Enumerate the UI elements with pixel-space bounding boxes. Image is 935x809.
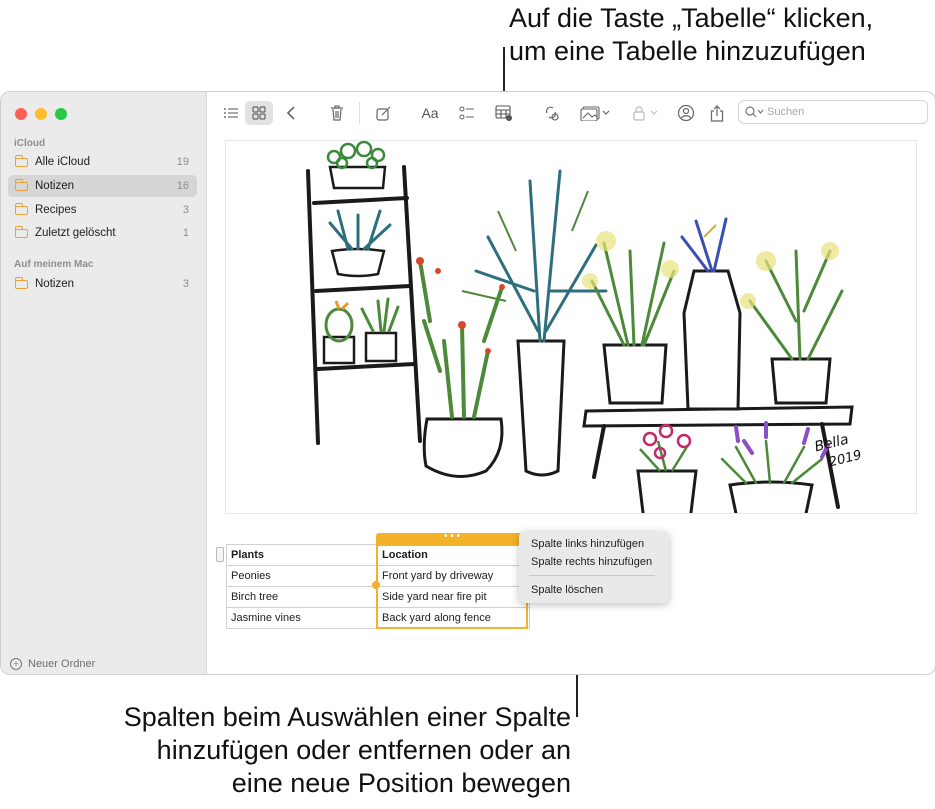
column-resize-handle[interactable] bbox=[372, 581, 380, 589]
table-header-cell[interactable]: Location bbox=[377, 544, 530, 566]
folder-count: 3 bbox=[182, 278, 189, 290]
table-cell[interactable]: Jasmine vines bbox=[226, 607, 378, 629]
zoom-button[interactable] bbox=[55, 108, 67, 120]
list-view-icon[interactable] bbox=[221, 101, 241, 125]
share-icon[interactable] bbox=[707, 101, 727, 125]
table-header-cell[interactable]: Plants bbox=[226, 544, 378, 566]
row-handle[interactable] bbox=[216, 547, 224, 562]
search-input[interactable] bbox=[765, 105, 909, 119]
column-handle[interactable]: • • • bbox=[376, 532, 528, 545]
callout-bottom: Spalten beim Auswählen einer Spalte hinz… bbox=[124, 701, 571, 800]
sidebar-item-alle-icloud[interactable]: Alle iCloud 19 bbox=[8, 151, 197, 173]
folder-icon bbox=[14, 276, 28, 289]
folder-label: Zuletzt gelöscht bbox=[35, 227, 116, 239]
sidebar-item-notizen[interactable]: Notizen 16 bbox=[8, 175, 197, 197]
callout-top: Auf die Taste „Tabelle“ klicken, um eine… bbox=[509, 2, 873, 68]
folder-count: 1 bbox=[182, 227, 189, 239]
folder-label: Recipes bbox=[35, 204, 77, 216]
folder-count: 19 bbox=[176, 156, 189, 168]
search-icon bbox=[745, 106, 764, 118]
collaborate-icon[interactable] bbox=[541, 101, 561, 125]
callout-bottom-line2: hinzufügen oder entfernen oder an bbox=[156, 735, 571, 765]
table-row: Birch tree Side yard near fire pit bbox=[226, 586, 530, 608]
folder-icon bbox=[14, 202, 28, 215]
menu-separator bbox=[529, 575, 655, 576]
plant-illustration: Bella 2019 bbox=[306, 141, 863, 513]
toolbar-divider bbox=[359, 102, 360, 124]
note-drawing: Bella 2019 bbox=[225, 140, 917, 514]
table-icon[interactable] bbox=[493, 101, 515, 125]
plus-icon: + bbox=[10, 658, 22, 670]
close-button[interactable] bbox=[15, 108, 27, 120]
section-title-mac: Auf meinem Mac bbox=[14, 259, 94, 270]
table-cell[interactable]: Side yard near fire pit bbox=[377, 586, 530, 608]
callout-top-line2: um eine Tabelle hinzuzufügen bbox=[509, 36, 866, 66]
section-title-icloud: iCloud bbox=[14, 138, 46, 149]
callout-top-line1: Auf die Taste „Tabelle“ klicken, bbox=[509, 3, 874, 33]
toolbar: Aa bbox=[207, 92, 935, 134]
table-cell[interactable]: Back yard along fence bbox=[377, 607, 530, 629]
share-user-icon[interactable] bbox=[675, 101, 697, 125]
folder-label: Notizen bbox=[35, 278, 74, 290]
table-cell[interactable]: Birch tree bbox=[226, 586, 378, 608]
delete-icon[interactable] bbox=[327, 101, 347, 125]
minimize-button[interactable] bbox=[35, 108, 47, 120]
sidebar: iCloud Alle iCloud 19 Notizen 16 Recipes… bbox=[1, 92, 207, 674]
lock-icon[interactable] bbox=[629, 101, 663, 125]
folder-label: Alle iCloud bbox=[35, 156, 90, 168]
menu-item-add-column-left[interactable]: Spalte links hinzufügen bbox=[531, 538, 644, 550]
folder-label: Notizen bbox=[35, 180, 74, 192]
gallery-view-icon[interactable] bbox=[245, 101, 273, 125]
sidebar-item-zuletzt-geloescht[interactable]: Zuletzt gelöscht 1 bbox=[8, 222, 197, 244]
folder-icon bbox=[14, 225, 28, 238]
table-row: Plants Location bbox=[226, 544, 530, 566]
menu-item-delete-column[interactable]: Spalte löschen bbox=[531, 584, 603, 596]
new-folder-label: Neuer Ordner bbox=[28, 658, 96, 670]
back-icon[interactable] bbox=[283, 101, 299, 125]
table-cell[interactable]: Front yard by driveway bbox=[377, 565, 530, 587]
folder-icon bbox=[14, 178, 28, 191]
column-context-menu: Spalte links hinzufügen Spalte rechts hi… bbox=[519, 531, 669, 603]
table-row: Jasmine vines Back yard along fence bbox=[226, 607, 530, 629]
notes-window: iCloud Alle iCloud 19 Notizen 16 Recipes… bbox=[0, 91, 935, 675]
table-cell[interactable]: Peonies bbox=[226, 565, 378, 587]
window-controls bbox=[15, 108, 67, 120]
callout-bottom-line3: eine neue Position bewegen bbox=[231, 768, 571, 798]
sidebar-item-recipes[interactable]: Recipes 3 bbox=[8, 199, 197, 221]
media-icon[interactable] bbox=[577, 101, 613, 125]
checklist-icon[interactable] bbox=[457, 101, 477, 125]
format-icon[interactable]: Aa bbox=[419, 101, 441, 125]
new-folder-button[interactable]: + Neuer Ordner bbox=[10, 658, 95, 670]
compose-icon[interactable] bbox=[373, 101, 393, 125]
menu-item-add-column-right[interactable]: Spalte rechts hinzufügen bbox=[531, 556, 652, 568]
sidebar-item-mac-notizen[interactable]: Notizen 3 bbox=[8, 273, 197, 295]
folder-count: 16 bbox=[176, 180, 189, 192]
callout-bottom-line1: Spalten beim Auswählen einer Spalte bbox=[123, 702, 571, 732]
folder-icon bbox=[14, 154, 28, 167]
search-field[interactable] bbox=[738, 100, 928, 124]
folder-count: 3 bbox=[182, 204, 189, 216]
